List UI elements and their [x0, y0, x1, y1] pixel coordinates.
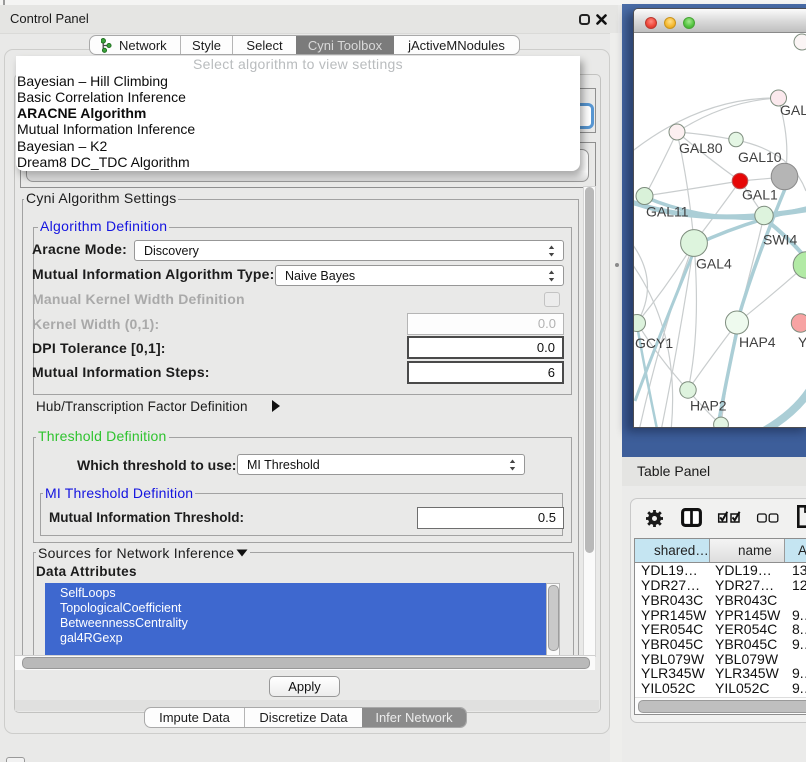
svg-text:GAL10: GAL10	[738, 149, 782, 165]
svg-text:GAL4: GAL4	[696, 256, 732, 272]
svg-text:SWI4: SWI4	[763, 232, 797, 248]
svg-text:YJ: YJ	[798, 334, 806, 350]
svg-text:HAP2: HAP2	[690, 398, 727, 414]
svg-text:GAL80: GAL80	[679, 140, 723, 156]
svg-text:GAL11: GAL11	[646, 204, 689, 220]
svg-text:GCY1: GCY1	[635, 335, 673, 351]
svg-text:HAP4: HAP4	[739, 334, 776, 350]
svg-text:GAL7: GAL7	[780, 102, 806, 118]
svg-text:GAL1: GAL1	[742, 187, 778, 203]
